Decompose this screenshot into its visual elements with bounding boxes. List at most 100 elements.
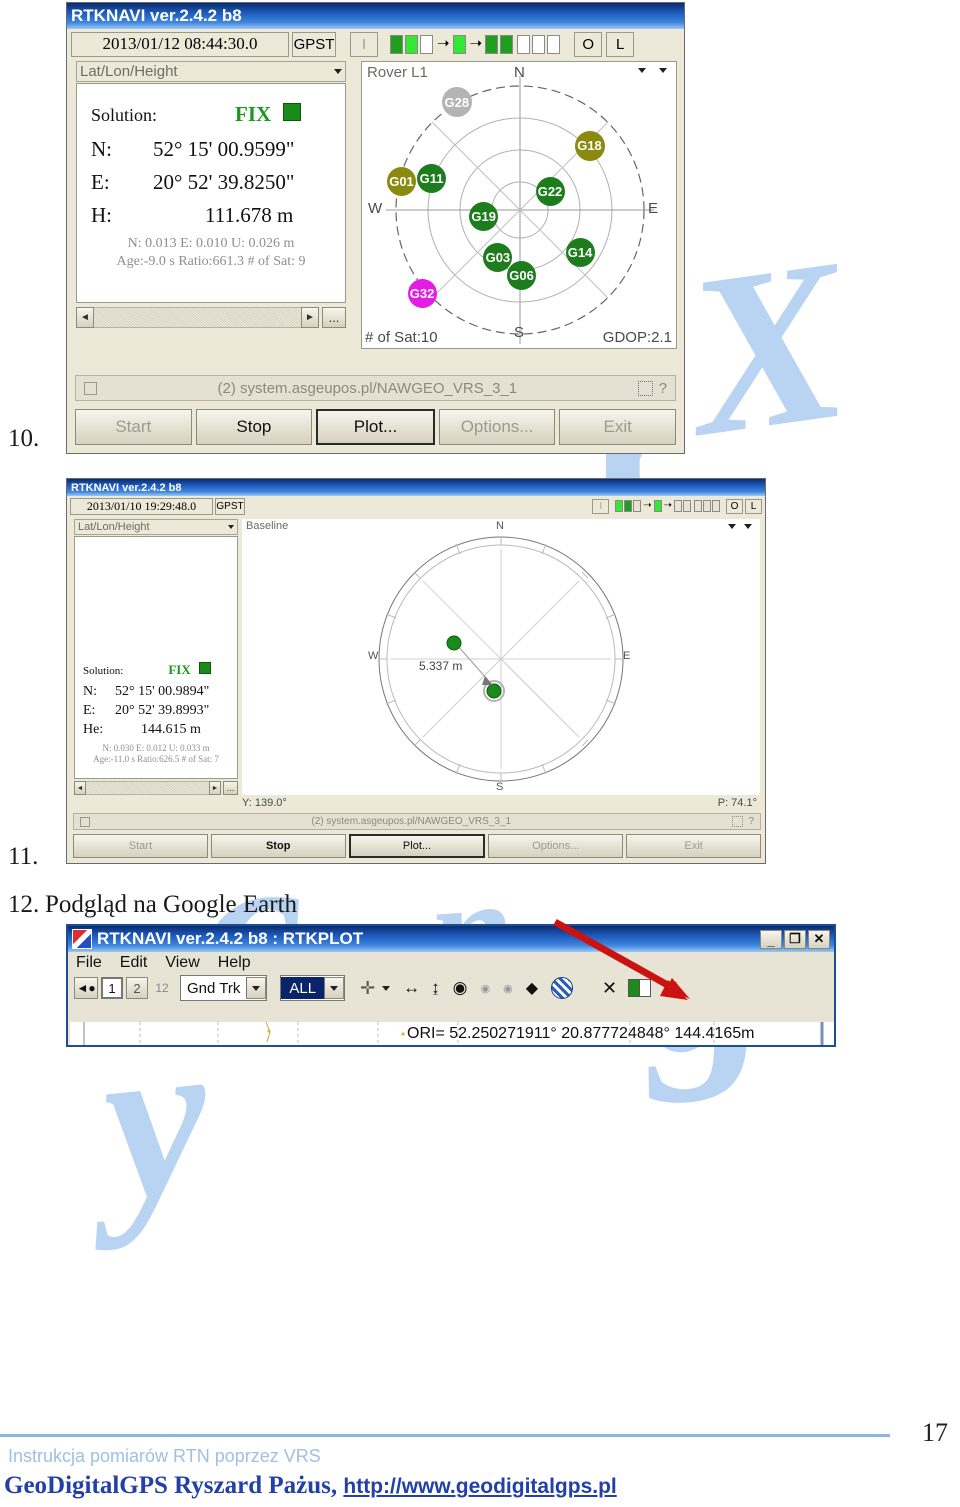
toggle-icon[interactable] (628, 979, 652, 997)
window1-stop-button[interactable]: Stop (195, 409, 313, 445)
window2-input-indicator[interactable]: I (592, 498, 610, 514)
dropdown-icon[interactable] (382, 985, 391, 991)
satellite-marker[interactable]: G28 (441, 87, 472, 118)
sat-filter-dropdown-icon[interactable] (324, 977, 345, 999)
clear-icon[interactable]: ✕ (602, 978, 617, 999)
window1-statusbar[interactable]: (2) system.asgeupos.pl/NAWGEO_VRS_3_1 ? (75, 375, 676, 401)
footer-url-link[interactable]: http://www.geodigitalgps.pl (343, 1475, 616, 1498)
scroll-track[interactable] (94, 307, 301, 328)
window1-output-button[interactable]: O (574, 31, 603, 57)
rtkplot-plot-area[interactable]: ORI= 52.250271911° 20.877724848° 144.416… (70, 1022, 834, 1045)
w2-scroll-track[interactable] (86, 781, 209, 795)
crosshair-icon[interactable]: ✛ (360, 978, 375, 999)
menu-item-view[interactable]: View (165, 954, 199, 972)
window2-stream-indicators: ➝ ➝ (615, 500, 720, 512)
solution-1-button[interactable]: 1 (101, 977, 123, 999)
window2-output-button[interactable]: O (726, 498, 743, 514)
window1-more-button[interactable]: ... (322, 307, 346, 328)
satellite-marker[interactable]: G11 (417, 164, 447, 194)
plot-type-value: Gnd Trk (187, 979, 241, 997)
satellite-marker[interactable]: G19 (469, 201, 499, 231)
maximize-icon[interactable]: ❐ (784, 929, 806, 949)
window1-log-button[interactable]: L (606, 31, 635, 57)
scroll-right-icon[interactable]: ► (301, 307, 319, 328)
window1-scrollbar[interactable]: ◄ ► ... (76, 307, 346, 328)
solution-12-button[interactable]: 12 (151, 977, 173, 999)
window2-timesys-button[interactable]: GPST (215, 497, 245, 515)
window1-status-led (283, 103, 302, 121)
close-icon[interactable]: ✕ (808, 929, 830, 949)
led-out-5 (547, 34, 561, 54)
window1-format-selector[interactable]: Lat/Lon/Height (76, 61, 346, 82)
window1-plot-button[interactable]: Plot... (316, 409, 435, 445)
menu-item-file[interactable]: File (76, 954, 102, 972)
window1-options-button[interactable]: Options... (438, 409, 556, 445)
window2-button-bar[interactable]: Start Stop Plot... Options... Exit (73, 834, 761, 858)
window1-button-bar[interactable]: Start Stop Plot... Options... Exit (75, 409, 676, 445)
w2-scroll-right-icon[interactable]: ► (209, 781, 221, 795)
rtkplot-window[interactable]: RTKNAVI ver.2.4.2 b8 : RTKPLOT _ ❐ ✕ Fil… (66, 924, 836, 1047)
window1-skyplot[interactable]: Rover L1 N S E W G28 G18 G01 G11 G22 G19 G14 G0… (361, 61, 677, 349)
menu-item-edit[interactable]: Edit (120, 954, 148, 972)
satellite-marker[interactable]: G14 (565, 237, 595, 267)
window2-options-button[interactable]: Options... (488, 834, 624, 858)
window2-titlebar[interactable]: RTKNAVI ver.2.4.2 b8 (67, 479, 765, 496)
rtkplot-menubar[interactable]: File Edit View Help (68, 952, 834, 974)
satellite-marker[interactable]: G06 (507, 260, 537, 290)
solution-2-button[interactable]: 2 (126, 977, 148, 999)
options-icon[interactable]: ⚙ (664, 978, 680, 999)
sat-filter-selector[interactable]: ALL (280, 975, 346, 1001)
w2-led-in-2 (624, 500, 633, 512)
fit-horizontal-icon[interactable]: ↔ (403, 978, 420, 998)
window2-help-icon[interactable]: ? (748, 816, 754, 827)
window2-baseline-plot[interactable]: Baseline N S E W 5.337 m (242, 519, 760, 795)
zoom-out-icon[interactable]: ◉ (481, 982, 491, 995)
rtkplot-toolbar[interactable]: ◄● 1 2 12 Gnd Trk ALL ✛ ↔ ↨ ◉ ◉ ◉ ◆ ✕ ⚙ (68, 974, 834, 1002)
w2-scroll-left-icon[interactable]: ◄ (74, 781, 86, 795)
window1-toolbar[interactable]: 2013/01/12 08:44:30.0 GPST I ➝ ➝ O L (67, 29, 684, 59)
window2-stop-button[interactable]: Stop (210, 834, 346, 858)
window1-start-button[interactable]: Start (75, 409, 192, 445)
satellite-marker[interactable]: G32 (407, 279, 437, 309)
satellite-marker[interactable]: G01 (387, 167, 416, 197)
window1-timesys-button[interactable]: GPST (292, 31, 336, 57)
window2-exit-button[interactable]: Exit (626, 834, 761, 858)
window1-titlebar[interactable]: RTKNAVI ver.2.4.2 b8 (67, 3, 684, 29)
fit-vertical-icon[interactable]: ↨ (431, 978, 440, 998)
center-icon[interactable]: ◉ (453, 978, 468, 998)
window2-start-button[interactable]: Start (73, 834, 208, 858)
satellite-marker[interactable]: G18 (574, 130, 605, 161)
window1-exit-button[interactable]: Exit (559, 409, 676, 445)
plot-type-selector[interactable]: Gnd Trk (180, 975, 268, 1001)
window1-input-indicator[interactable]: I (350, 31, 378, 57)
rtkplot-titlebar[interactable]: RTKNAVI ver.2.4.2 b8 : RTKPLOT _ ❐ ✕ (68, 926, 834, 952)
window2-status-checkbox[interactable] (80, 816, 90, 827)
w2-led-out-3 (694, 500, 702, 512)
scroll-left-icon[interactable]: ◄ (76, 307, 94, 328)
zoom-in-icon[interactable]: ◉ (503, 982, 513, 995)
window2-marker-icon[interactable] (732, 816, 744, 827)
google-earth-icon[interactable] (551, 977, 574, 999)
satellite-marker[interactable]: G22 (535, 177, 565, 207)
window2-log-button[interactable]: L (745, 498, 762, 514)
window1-solution-status: FIX (235, 102, 272, 126)
plot-type-dropdown-icon[interactable] (246, 977, 267, 999)
window2-plot-button[interactable]: Plot... (348, 834, 486, 858)
rtknavi-window-2[interactable]: RTKNAVI ver.2.4.2 b8 2013/01/10 19:29:48… (66, 478, 766, 864)
window2-format-selector[interactable]: Lat/Lon/Height (74, 519, 238, 535)
window2-toolbar[interactable]: 2013/01/10 19:29:48.0 GPST I ➝ ➝ O L (67, 496, 765, 516)
connect-icon[interactable]: ◄● (74, 977, 98, 999)
menu-item-help[interactable]: Help (218, 954, 251, 972)
window2-more-button[interactable]: ... (223, 781, 238, 795)
baseline-west-label: W (368, 650, 379, 662)
step-number-10: 10. (8, 425, 40, 452)
window1-marker-icon[interactable] (637, 380, 653, 396)
marker-icon[interactable]: ◆ (526, 978, 538, 998)
window1-help-icon[interactable]: ? (659, 380, 667, 397)
rtknavi-window-1[interactable]: RTKNAVI ver.2.4.2 b8 2013/01/12 08:44:30… (66, 2, 685, 454)
minimize-icon[interactable]: _ (760, 929, 782, 949)
window1-status-checkbox[interactable] (84, 381, 97, 395)
window2-statusbar[interactable]: (2) system.asgeupos.pl/NAWGEO_VRS_3_1 ? (73, 813, 761, 830)
w2-led-out-2 (683, 500, 691, 512)
window2-scrollbar[interactable]: ◄ ► ... (74, 781, 238, 795)
